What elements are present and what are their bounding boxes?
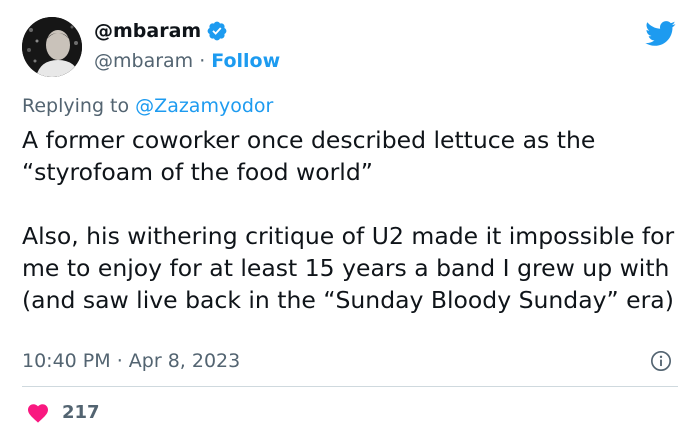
tweet-date: Apr 8, 2023 [128,350,241,372]
likes-row[interactable]: 217 [26,401,100,423]
verified-badge-icon [207,21,227,41]
timestamp[interactable]: 10:40 PM · Apr 8, 2023 [22,350,240,372]
handle-separator: · [199,50,206,72]
divider [22,386,678,387]
handle-row: @mbaram · Follow [94,50,280,72]
tweet-card: @mbaram @mbaram · Follow Replying to @Zaza… [0,0,700,441]
display-name-row: @mbaram [94,20,228,42]
replying-to: Replying to @Zazamyodor [22,95,273,117]
tweet-paragraph-2: Also, his withering critique of U2 made … [22,222,675,314]
tweet-paragraph-1: A former coworker once described lettuce… [22,126,596,186]
avatar-photo [22,17,82,77]
tweet-text: A former coworker once described lettuce… [22,124,682,316]
reply-mention-link[interactable]: @Zazamyodor [135,95,273,117]
tweet-time: 10:40 PM [22,350,111,372]
like-count: 217 [62,401,100,423]
twitter-bird-icon[interactable] [644,20,676,47]
replying-to-label: Replying to [22,95,130,117]
info-icon[interactable] [650,350,672,372]
avatar[interactable] [22,17,82,77]
handle[interactable]: @mbaram [94,50,193,72]
display-name[interactable]: @mbaram [94,20,201,42]
heart-icon[interactable] [26,401,50,423]
timestamp-separator: · [116,350,123,372]
follow-link[interactable]: Follow [211,50,280,72]
